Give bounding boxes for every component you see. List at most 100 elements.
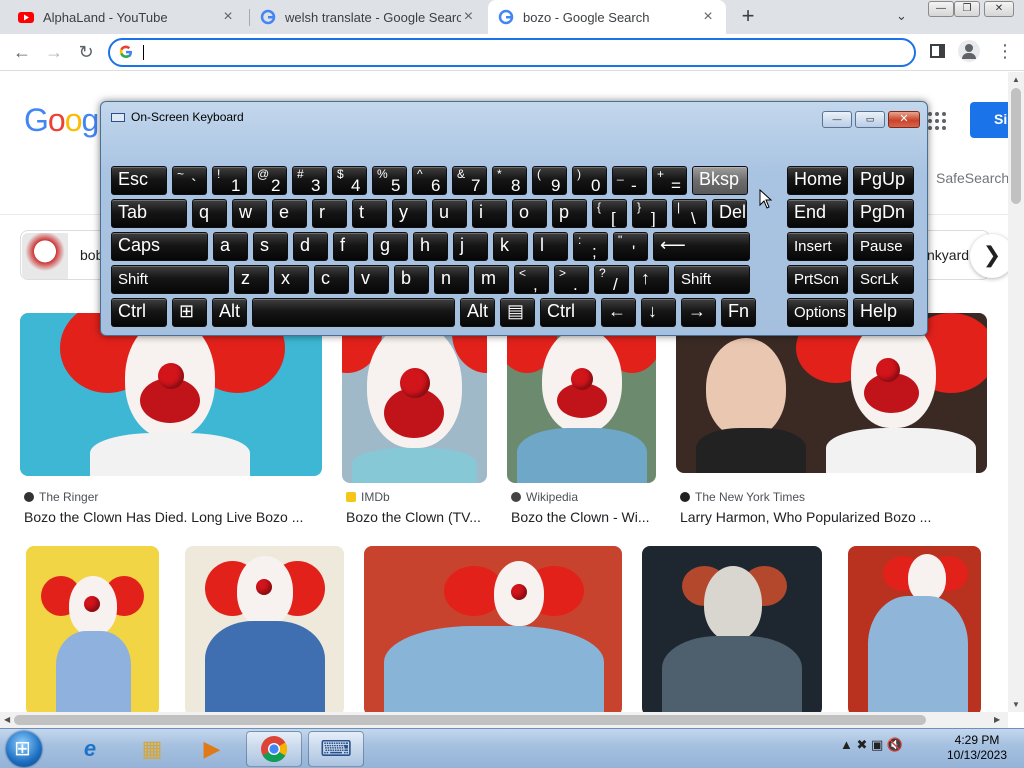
image-result[interactable] — [848, 546, 981, 712]
key-help[interactable]: Help — [853, 298, 914, 327]
key-n[interactable]: n — [434, 265, 469, 294]
image-result[interactable]: The Ringer Bozo the Clown Has Died. Long… — [20, 313, 322, 531]
image-result[interactable] — [185, 546, 344, 712]
osk-close-button[interactable]: ✕ — [888, 111, 920, 128]
key-m[interactable]: m — [474, 265, 509, 294]
key-semicolon[interactable]: :; — [573, 232, 608, 261]
key-period[interactable]: >. — [554, 265, 589, 294]
scroll-right-icon[interactable]: ▶ — [994, 715, 1000, 724]
key-o[interactable]: o — [512, 199, 547, 228]
key-minus[interactable]: _ - — [612, 166, 647, 195]
side-panel-icon[interactable] — [930, 44, 945, 58]
on-screen-keyboard[interactable]: On-Screen Keyboard — ▭ ✕ Esc ~ `! 1 @2 #3 $4% 5… — [100, 101, 928, 336]
scrollbar-thumb[interactable] — [14, 715, 926, 725]
scroll-up-icon[interactable]: ▲ — [1012, 75, 1020, 84]
key-q[interactable]: q — [192, 199, 227, 228]
horizontal-scrollbar[interactable]: ◀ ▶ — [0, 712, 1008, 728]
key-d[interactable]: d — [293, 232, 328, 261]
key-enter[interactable]: ⟵ — [653, 232, 750, 261]
scroll-left-icon[interactable]: ◀ — [4, 715, 10, 724]
tab-welsh-translate[interactable]: welsh translate - Google Search × — [250, 0, 486, 34]
key-p[interactable]: p — [552, 199, 587, 228]
key-b[interactable]: b — [394, 265, 429, 294]
system-tray[interactable]: ▲ ✖ ▣ 🔇 — [840, 737, 903, 753]
back-icon[interactable]: ← — [10, 42, 34, 63]
key-insert[interactable]: Insert — [787, 232, 848, 261]
tab-search-icon[interactable]: ⌄ — [896, 8, 907, 24]
key-z[interactable]: z — [234, 265, 269, 294]
scroll-down-icon[interactable]: ▼ — [1012, 700, 1020, 709]
key-rbracket[interactable]: }] — [632, 199, 667, 228]
key-pgup[interactable]: PgUp — [853, 166, 914, 195]
clock[interactable]: 4:29 PM 10/13/2023 — [944, 733, 1010, 763]
key-rshift[interactable]: Shift — [674, 265, 750, 294]
google-apps-icon[interactable] — [928, 112, 946, 130]
key-8[interactable]: * 8 — [492, 166, 527, 195]
key-c[interactable]: c — [314, 265, 349, 294]
key-h[interactable]: h — [413, 232, 448, 261]
google-logo[interactable]: Googl — [24, 102, 105, 139]
key-menu[interactable]: ▤ — [500, 298, 535, 327]
key-backslash[interactable]: | \ — [672, 199, 707, 228]
key-y[interactable]: y — [392, 199, 427, 228]
key-scrlk[interactable]: ScrLk — [853, 265, 914, 294]
close-tab-icon[interactable]: × — [461, 8, 476, 26]
key-pause[interactable]: Pause — [853, 232, 914, 261]
tab-bozo[interactable]: bozo - Google Search × — [488, 0, 726, 34]
key-v[interactable]: v — [354, 265, 389, 294]
key-down[interactable]: ↓ — [641, 298, 676, 327]
media-player-icon[interactable]: ▶ — [184, 731, 240, 767]
key-tab[interactable]: Tab — [111, 199, 187, 228]
on-screen-keyboard-icon[interactable]: ⌨ — [308, 731, 364, 767]
internet-explorer-icon[interactable]: e — [62, 731, 118, 767]
image-result[interactable] — [26, 546, 159, 712]
key-lctrl[interactable]: Ctrl — [111, 298, 167, 327]
key-tilde[interactable]: ~ ` — [172, 166, 207, 195]
key-6[interactable]: ^ 6 — [412, 166, 447, 195]
file-explorer-icon[interactable]: ▦ — [124, 731, 180, 767]
key-up[interactable]: ↑ — [634, 265, 669, 294]
key-lalt[interactable]: Alt — [212, 298, 247, 327]
key-k[interactable]: k — [493, 232, 528, 261]
tab-youtube[interactable]: AlphaLand - YouTube × — [8, 0, 246, 34]
image-result[interactable] — [364, 546, 622, 712]
image-result[interactable] — [642, 546, 822, 712]
key-options[interactable]: Options — [787, 298, 848, 327]
key-3[interactable]: #3 — [292, 166, 327, 195]
key-f[interactable]: f — [333, 232, 368, 261]
reload-icon[interactable]: ↻ — [74, 42, 98, 63]
key-t[interactable]: t — [352, 199, 387, 228]
key-fn[interactable]: Fn — [721, 298, 756, 327]
restore-window-button[interactable]: ❐ — [954, 1, 980, 17]
close-window-button[interactable]: ✕ — [984, 1, 1014, 17]
profile-icon[interactable] — [958, 40, 980, 62]
address-bar[interactable] — [108, 38, 916, 67]
key-bksp[interactable]: Bksp — [692, 166, 748, 195]
key-prtscn[interactable]: PrtScn — [787, 265, 848, 294]
key-space[interactable] — [252, 298, 455, 327]
key-i[interactable]: i — [472, 199, 507, 228]
key-x[interactable]: x — [274, 265, 309, 294]
close-tab-icon[interactable]: × — [220, 8, 236, 26]
key-a[interactable]: a — [213, 232, 248, 261]
sign-in-button[interactable]: Si — [970, 102, 1008, 138]
key-5[interactable]: % 5 — [372, 166, 407, 195]
key-4[interactable]: $4 — [332, 166, 367, 195]
close-tab-icon[interactable]: × — [700, 8, 716, 26]
key-9[interactable]: (9 — [532, 166, 567, 195]
key-esc[interactable]: Esc — [111, 166, 167, 195]
key-g[interactable]: g — [373, 232, 408, 261]
key-right[interactable]: → — [681, 298, 716, 327]
scrollbar-thumb[interactable] — [1011, 88, 1021, 204]
start-button[interactable] — [6, 731, 42, 767]
key-del[interactable]: Del — [712, 199, 747, 228]
new-tab-button[interactable]: + — [737, 5, 759, 28]
key-r[interactable]: r — [312, 199, 347, 228]
kebab-menu-icon[interactable]: ⋮ — [996, 42, 1014, 60]
key-ralt[interactable]: Alt — [460, 298, 495, 327]
vertical-scrollbar[interactable]: ▲ ▼ — [1008, 72, 1024, 712]
key-quote[interactable]: " ' — [613, 232, 648, 261]
key-0[interactable]: ) 0 — [572, 166, 607, 195]
key-equals[interactable]: + = — [652, 166, 687, 195]
key-7[interactable]: & 7 — [452, 166, 487, 195]
